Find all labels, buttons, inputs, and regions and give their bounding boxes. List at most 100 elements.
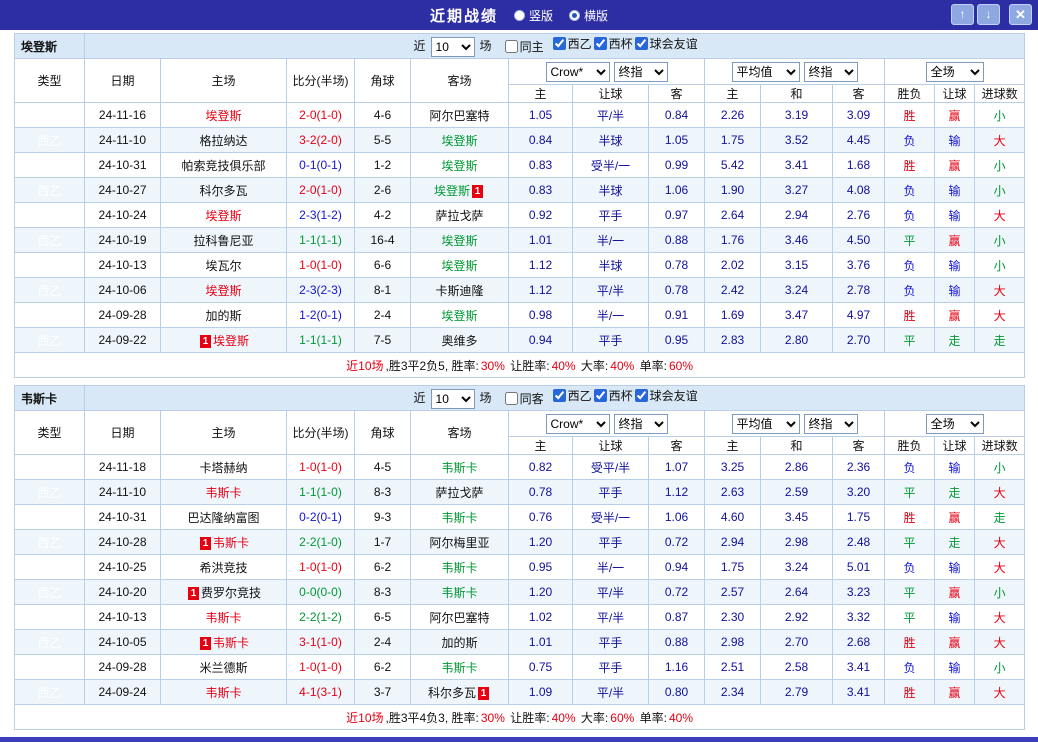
move-up-button[interactable]: ↑ — [951, 4, 974, 25]
team-link[interactable]: 埃登斯 — [441, 159, 477, 173]
recent-count-select[interactable]: 10 — [430, 388, 475, 409]
col-header-home: 主场 — [160, 58, 287, 103]
vertical-radio[interactable] — [513, 9, 525, 21]
move-down-button[interactable]: ↓ — [977, 4, 1000, 25]
summary-segment: 单率: — [636, 710, 667, 725]
match-score: 3-2(2-0) — [286, 127, 355, 153]
team-link[interactable]: 米兰德斯 — [199, 661, 247, 675]
same-venue-checkbox[interactable] — [504, 392, 518, 406]
team-link[interactable]: 韦斯卡 — [205, 686, 241, 700]
ah-away-odds: 0.84 — [648, 102, 705, 128]
team-link[interactable]: 科尔多瓦 — [428, 686, 476, 700]
team-link[interactable]: 埃瓦尔 — [205, 259, 241, 273]
team-link[interactable]: 埃登斯 — [441, 234, 477, 248]
recent-count-select[interactable]: 10 — [430, 36, 475, 57]
team-link[interactable]: 阿尔巴塞特 — [429, 611, 489, 625]
team-link[interactable]: 韦斯卡 — [441, 561, 477, 575]
horizontal-radio[interactable] — [569, 9, 580, 21]
team-link[interactable]: 埃登斯 — [205, 109, 241, 123]
team-link[interactable]: 阿尔巴塞特 — [429, 109, 489, 123]
team-link[interactable]: 埃登斯 — [205, 209, 241, 223]
league-checkbox[interactable] — [593, 389, 607, 403]
team-link[interactable]: 埃登斯 — [441, 309, 477, 323]
close-button[interactable]: ✕ — [1009, 4, 1032, 25]
team-link[interactable]: 格拉纳达 — [199, 134, 247, 148]
team-link[interactable]: 埃登斯 — [441, 134, 477, 148]
result-goals: 小 — [973, 454, 1026, 480]
team-link[interactable]: 加的斯 — [441, 636, 477, 650]
euro-average-select[interactable]: 平均值 — [731, 413, 800, 434]
layout-option-horizontal[interactable]: 横版 — [569, 7, 608, 24]
titlebar: 近期战绩 竖版 横版 ↑ ↓ ✕ — [0, 0, 1038, 30]
team-link[interactable]: 拉科鲁尼亚 — [193, 234, 253, 248]
same-venue-checkbox[interactable] — [504, 40, 518, 54]
team-link[interactable]: 韦斯卡 — [213, 536, 249, 550]
ah-away-odds: 1.07 — [648, 454, 705, 480]
team-link[interactable]: 加的斯 — [205, 309, 241, 323]
team-link[interactable]: 埃登斯 — [434, 184, 470, 198]
col-header-type: 类型 — [14, 58, 85, 103]
team-link[interactable]: 韦斯卡 — [205, 611, 241, 625]
league-filter[interactable]: 西乙 — [552, 35, 592, 52]
team-link[interactable]: 埃登斯 — [441, 259, 477, 273]
asian-odds-stage-select[interactable]: 终指 — [613, 413, 668, 434]
league-checkbox[interactable] — [593, 37, 607, 51]
euro-odds-stage-select[interactable]: 终指 — [803, 413, 858, 434]
team-link[interactable]: 巴达隆纳富图 — [187, 511, 259, 525]
away-team-cell: 加的斯 — [410, 629, 509, 655]
league-filter[interactable]: 西杯 — [593, 387, 633, 404]
team-recent-results-table: 韦斯卡 近 10 场同客 西乙 西杯 球会友谊 类型 日期 主场 比分(半场) 角球 客场… — [13, 385, 1026, 730]
team-link[interactable]: 韦斯卡 — [441, 461, 477, 475]
bookmaker-select[interactable]: Crow* — [545, 413, 610, 434]
team-link[interactable]: 韦斯卡 — [205, 486, 241, 500]
eu-home-odds: 2.30 — [704, 604, 761, 630]
match-row: 西乙 24-10-19 拉科鲁尼亚 1-1(1-1) 16-4 埃登斯 1.01… — [14, 227, 1026, 253]
team-link[interactable]: 韦斯卡 — [441, 511, 477, 525]
same-venue-filter[interactable]: 同主 — [504, 38, 544, 55]
team-link[interactable]: 萨拉戈萨 — [435, 486, 483, 500]
league-filter[interactable]: 西杯 — [593, 35, 633, 52]
team-link[interactable]: 科尔多瓦 — [199, 184, 247, 198]
summary-segment: ,胜3平2负5, 胜率: — [385, 358, 479, 373]
match-date: 24-09-24 — [84, 679, 161, 705]
league-checkbox[interactable] — [552, 37, 566, 51]
layout-option-vertical[interactable]: 竖版 — [513, 7, 553, 24]
league-filter[interactable]: 球会友谊 — [634, 35, 698, 52]
team-link[interactable]: 阿尔梅里亚 — [429, 536, 489, 550]
league-filter[interactable]: 西乙 — [552, 387, 592, 404]
team-link[interactable]: 韦斯卡 — [441, 586, 477, 600]
ah-home-odds: 0.94 — [508, 327, 573, 353]
team-link[interactable]: 希洪竞技 — [199, 561, 247, 575]
result-scope-select[interactable]: 全场 — [925, 413, 984, 434]
home-team-cell: 希洪竞技 — [160, 554, 287, 580]
league-checkbox[interactable] — [552, 389, 566, 403]
result-scope-select[interactable]: 全场 — [925, 61, 984, 82]
team-link[interactable]: 奥维多 — [441, 334, 477, 348]
summary-segment: 大率: — [577, 358, 609, 373]
result-goals: 小 — [973, 152, 1026, 178]
match-row: 西乙 24-09-28 加的斯 1-2(0-1) 2-4 埃登斯 0.98 半/… — [14, 302, 1026, 328]
league-checkbox[interactable] — [634, 389, 648, 403]
team-link[interactable]: 韦斯卡 — [213, 636, 249, 650]
ah-home-odds: 1.20 — [508, 529, 573, 555]
red-card-badge: 1 — [472, 184, 483, 198]
team-link[interactable]: 卡塔赫纳 — [199, 461, 247, 475]
result-goals: 小 — [973, 102, 1026, 128]
team-link[interactable]: 埃登斯 — [213, 334, 249, 348]
league-filter[interactable]: 球会友谊 — [634, 387, 698, 404]
league-checkbox[interactable] — [634, 37, 648, 51]
euro-odds-stage-select[interactable]: 终指 — [803, 61, 858, 82]
team-link[interactable]: 韦斯卡 — [441, 661, 477, 675]
team-link[interactable]: 萨拉戈萨 — [435, 209, 483, 223]
bookmaker-select[interactable]: Crow* — [545, 61, 610, 82]
team-link[interactable]: 帕索竞技俱乐部 — [181, 159, 265, 173]
match-score: 4-1(3-1) — [286, 679, 355, 705]
asian-odds-stage-select[interactable]: 终指 — [613, 61, 668, 82]
team-link[interactable]: 费罗尔竞技 — [201, 586, 261, 600]
team-link[interactable]: 卡斯迪隆 — [435, 284, 483, 298]
ah-handicap: 受半/一 — [572, 152, 649, 178]
match-row: 西乙 24-11-10 韦斯卡 1-1(1-0) 8-3 萨拉戈萨 0.78 平… — [14, 479, 1026, 505]
team-link[interactable]: 埃登斯 — [205, 284, 241, 298]
euro-average-select[interactable]: 平均值 — [731, 61, 800, 82]
same-venue-filter[interactable]: 同客 — [504, 390, 544, 407]
